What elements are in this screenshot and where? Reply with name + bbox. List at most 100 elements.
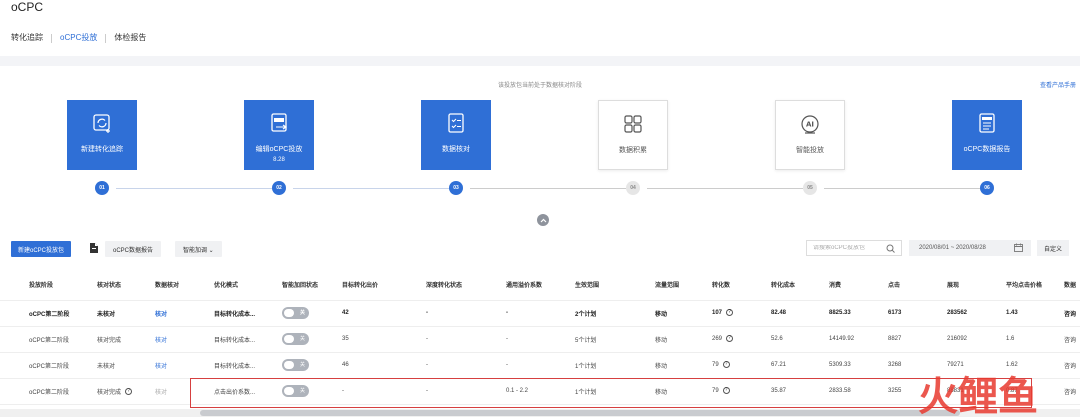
target-bid-cell: 35 <box>342 326 426 353</box>
conv-cost-cell: 35.87 <box>771 378 829 405</box>
ocpc-edit-icon <box>271 113 287 132</box>
conv-cost-cell: 52.6 <box>771 326 829 353</box>
step-label: 智能投放 <box>796 147 824 154</box>
report-icon <box>979 113 995 133</box>
step-number: 01 <box>95 181 109 195</box>
spend-cell: 14149.92 <box>829 326 888 353</box>
table-row[interactable]: oCPC第二阶段 未核对 核对 目标转化成本... 关 42 - - 2个计划 … <box>0 300 1080 327</box>
premium-cell: - <box>506 352 575 379</box>
help-icon[interactable]: ? <box>726 309 734 317</box>
step-label: 数据核对 <box>442 146 470 153</box>
smart-toggle[interactable]: 关 <box>282 333 309 345</box>
table-header-row: 投放阶段 核对状态 数据核对 优化模式 智能加回状态 目标转化出价 深度转化状态… <box>0 270 1080 301</box>
conversions-value: 269 <box>712 336 723 343</box>
step-card-new-tracking[interactable]: 新建转化追踪 <box>67 100 137 170</box>
help-icon[interactable]: ? <box>722 387 730 395</box>
scrollbar-thumb[interactable] <box>200 410 960 416</box>
smart-toggle[interactable]: 关 <box>282 359 309 371</box>
check-data-link[interactable]: 核对 <box>155 338 167 344</box>
date-range-picker[interactable]: 2020/08/01 ~ 2020/08/28 <box>909 240 1031 256</box>
column-header: 优化模式 <box>214 270 282 301</box>
flow-panel: 该投放包当前处于数据核对阶段 查看产品手册 新建转化追踪 编辑oCPC投放 8.… <box>0 66 1080 236</box>
conversions-value: 107 <box>712 310 723 317</box>
search-icon[interactable] <box>886 244 895 253</box>
optimize-mode-cell: 目标转化成本... <box>214 352 282 379</box>
conversions-value: 79 <box>712 388 719 395</box>
smart-adjust-dropdown[interactable]: 智能加调 ⌄ <box>175 241 222 257</box>
avg-cpc-cell: 1.43 <box>1006 300 1064 327</box>
column-header: 点击 <box>888 270 947 301</box>
conversions-value: 79 <box>712 362 719 369</box>
step-connector <box>293 188 449 189</box>
document-icon[interactable] <box>89 242 99 254</box>
scope-cell: 1个计划 <box>575 352 655 379</box>
collapse-button[interactable] <box>537 214 549 226</box>
check-data-link[interactable]: 核对 <box>155 390 167 396</box>
check-status-cell: 未核对 <box>97 300 155 327</box>
ocpc-report-button[interactable]: oCPC数据报告 <box>105 241 162 257</box>
step-card-ocpc-report[interactable]: oCPC数据报告 <box>952 100 1022 170</box>
tab-ocpc-delivery[interactable]: oCPC投放 <box>52 33 105 43</box>
step-label: 数据积累 <box>619 147 647 154</box>
column-header: 消费 <box>829 270 888 301</box>
smart-toggle[interactable]: 关 <box>282 307 309 319</box>
top-bar: oCPC 转化追踪 oCPC投放 体检报告 <box>0 0 1080 56</box>
step-card-smart-delivery[interactable]: AI 智能投放 <box>775 100 845 170</box>
consult-cell: 咨询 <box>1064 326 1080 353</box>
clicks-cell: 8827 <box>888 326 947 353</box>
step-card-data-accumulation[interactable]: 数据积累 <box>598 100 668 170</box>
target-bid-cell: 46 <box>342 352 426 379</box>
tab-health-report[interactable]: 体检报告 <box>106 33 154 43</box>
column-header: 深度转化状态 <box>426 270 506 301</box>
deep-conv-cell: - <box>426 352 506 379</box>
check-data-link[interactable]: 核对 <box>155 364 167 370</box>
column-header: 转化成本 <box>771 270 829 301</box>
column-header: 智能加回状态 <box>282 270 342 301</box>
check-status-cell: 未核对 <box>97 352 155 379</box>
toggle-knob <box>284 309 294 317</box>
spend-cell: 8825.33 <box>829 300 888 327</box>
check-data-link[interactable]: 核对 <box>155 312 167 318</box>
app-title: oCPC <box>11 0 44 14</box>
stage-cell: oCPC第二阶段 <box>0 352 97 379</box>
watermark-text: 火鲤鱼 <box>918 374 1038 417</box>
scope-cell: 2个计划 <box>575 300 655 327</box>
product-manual-link[interactable]: 查看产品手册 <box>1040 80 1076 89</box>
table-row[interactable]: oCPC第二阶段 核对完成 核对 目标转化成本... 关 35 - - 5个计划… <box>0 326 1080 353</box>
column-header: 数据 <box>1064 270 1080 301</box>
conv-cost-cell: 82.48 <box>771 300 829 327</box>
step-card-data-check[interactable]: 数据核对 <box>421 100 491 170</box>
column-header: 通用溢价系数 <box>506 270 575 301</box>
custom-columns-button[interactable]: 自定义 <box>1037 240 1070 256</box>
column-header: 平均点击价格 <box>1006 270 1064 301</box>
deep-conv-cell: - <box>426 378 506 405</box>
scope-cell: 1个计划 <box>575 378 655 405</box>
scope-cell: 5个计划 <box>575 326 655 353</box>
checklist-icon <box>448 113 464 133</box>
search-input[interactable] <box>813 245 883 251</box>
new-ocpc-package-button[interactable]: 新建oCPC投放包 <box>11 241 72 257</box>
optimize-mode-cell: 目标转化成本... <box>214 300 282 327</box>
tab-conversion-tracking[interactable]: 转化追踪 <box>11 33 51 43</box>
premium-cell: 0.1 - 2.2 <box>506 378 575 405</box>
svg-text:AI: AI <box>806 121 814 129</box>
avg-cpc-cell: 1.6 <box>1006 326 1064 353</box>
deep-conv-cell: - <box>426 326 506 353</box>
step-card-edit-ocpc[interactable]: 编辑oCPC投放 8.28 <box>244 100 314 170</box>
search-box <box>806 240 902 256</box>
help-icon[interactable]: ? <box>726 335 734 343</box>
column-header: 投放阶段 <box>0 270 97 301</box>
tab-bar: 转化追踪 oCPC投放 体检报告 <box>11 33 154 43</box>
step-number: 02 <box>272 181 286 195</box>
stage-cell: oCPC第二阶段 <box>0 326 97 353</box>
column-header: 展现 <box>947 270 1006 301</box>
traffic-cell: 移动 <box>655 378 712 405</box>
column-header: 生效范围 <box>575 270 655 301</box>
target-bid-cell: 42 <box>342 300 426 327</box>
help-icon[interactable]: ? <box>125 388 133 396</box>
smart-toggle[interactable]: 关 <box>282 385 309 397</box>
step-number: 03 <box>449 181 463 195</box>
traffic-cell: 移动 <box>655 352 712 379</box>
help-icon[interactable]: ? <box>722 361 730 369</box>
check-status-cell: 核对完成 <box>97 326 155 353</box>
